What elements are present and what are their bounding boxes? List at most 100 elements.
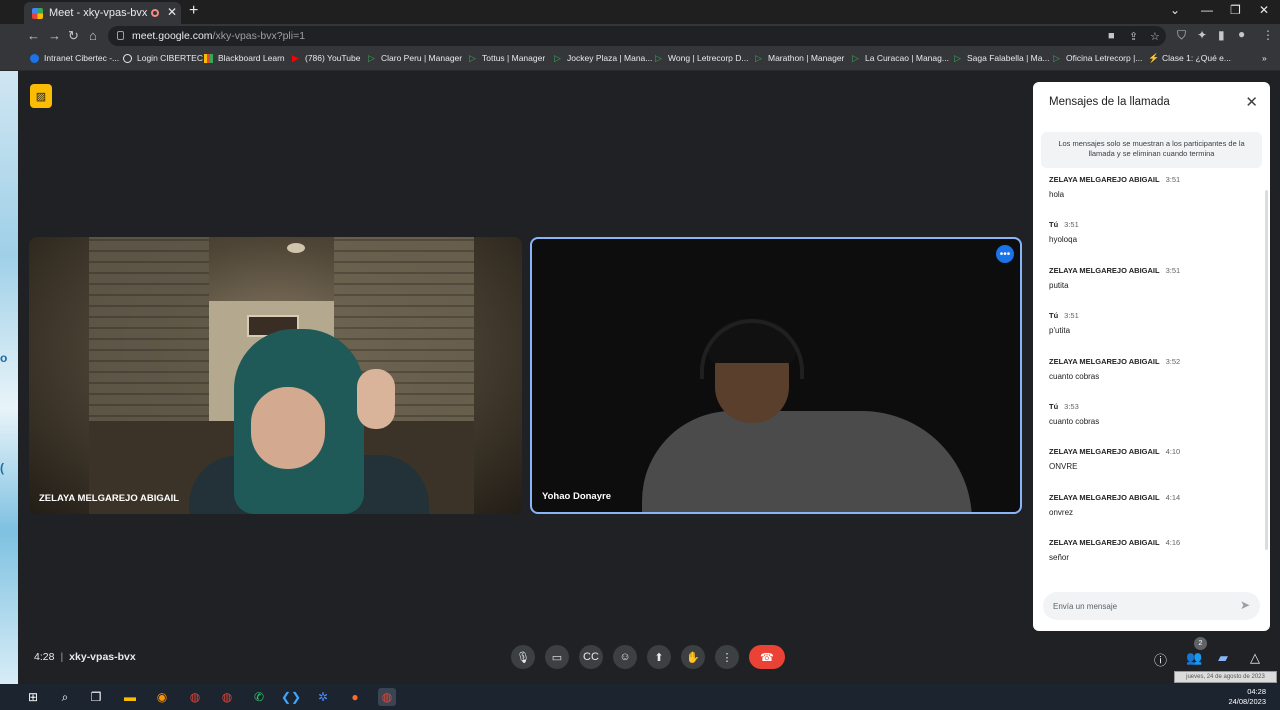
bookmark-item[interactable]: ▷ Marathon | Manager: [754, 53, 844, 63]
drive-icon: ▷: [469, 52, 476, 63]
bookmark-item[interactable]: Blackboard Learn: [204, 53, 285, 63]
youtube-icon: ▶: [292, 52, 299, 63]
reload-icon[interactable]: ↻: [68, 28, 79, 44]
captions-icon[interactable]: CC: [579, 645, 603, 669]
close-icon[interactable]: ✕: [1245, 93, 1258, 111]
separator: |: [60, 651, 64, 663]
activities-icon[interactable]: △: [1250, 650, 1260, 666]
intranet-icon: [30, 53, 39, 63]
camera-in-use-icon[interactable]: ■: [1108, 30, 1115, 42]
chat-notice: Los mensajes solo se muestran a los part…: [1041, 132, 1262, 168]
drive-icon: ▷: [554, 52, 561, 63]
file-explorer-icon[interactable]: ▬: [121, 688, 139, 706]
whatsapp-icon[interactable]: ✆: [250, 688, 268, 706]
bookmark-star-icon[interactable]: ☆: [1150, 30, 1160, 43]
bookmark-item[interactable]: ⚡ Clase 1: ¿Qué e...: [1148, 53, 1231, 63]
share-icon[interactable]: ⇪: [1129, 30, 1138, 43]
ceiling-lamp: [287, 243, 305, 253]
more-options-icon[interactable]: ⋮: [715, 645, 739, 669]
menu-dots-icon[interactable]: ⋮: [1262, 28, 1274, 42]
end-call-button[interactable]: ☎: [749, 645, 785, 669]
message-sender: ZELAYA MELGAREJO ABIGAIL: [1049, 492, 1160, 502]
chat-icon[interactable]: ▰: [1218, 650, 1228, 666]
bookmark-item[interactable]: Login CIBERTEC: [123, 53, 203, 63]
address-bar[interactable]: meet.google.com/xky-vpas-bvx?pli=1 ■ ⇪ ☆: [108, 26, 1166, 46]
system-clock[interactable]: 04:28 24/08/2023: [1228, 687, 1266, 707]
emoji-icon[interactable]: ☺: [613, 645, 637, 669]
tab-strip: Meet - xky-vpas-bvx ✕ + ⌄ — ❐ ✕: [0, 0, 1280, 24]
people-count-badge: 2: [1194, 637, 1207, 650]
message-input[interactable]: Envía un mensaje ➤: [1043, 592, 1260, 620]
message-time: 3:51: [1064, 311, 1079, 321]
microphone-icon[interactable]: 🎙: [511, 645, 535, 669]
bookmark-item[interactable]: Intranet Cibertec -...: [30, 53, 119, 63]
message-sender: ZELAYA MELGAREJO ABIGAIL: [1049, 356, 1160, 366]
chat-scrollbar[interactable]: [1265, 190, 1268, 550]
forward-icon[interactable]: →: [48, 28, 61, 43]
info-icon[interactable]: ⓘ: [1154, 650, 1167, 669]
postman-icon[interactable]: ●: [346, 688, 364, 706]
message-text: cuanto cobras: [1049, 416, 1100, 426]
bookmark-label: Saga Falabella | Ma...: [967, 53, 1050, 63]
bookmark-label: Claro Peru | Manager: [381, 53, 463, 63]
bookmark-label: Tottus | Manager: [482, 53, 546, 63]
windows-start-icon[interactable]: ⊞: [24, 688, 42, 706]
bookmark-item[interactable]: ▷ Wong | Letrecorp D...: [654, 53, 748, 63]
back-icon[interactable]: ←: [27, 28, 40, 43]
profile-avatar[interactable]: ●: [1238, 27, 1245, 41]
camera-off-icon[interactable]: ▨: [30, 84, 52, 108]
camera-icon[interactable]: ▭: [545, 645, 569, 669]
chrome-active-icon[interactable]: ◍: [378, 688, 396, 706]
search-icon[interactable]: ⌕: [56, 688, 74, 706]
close-window-icon[interactable]: ✕: [1259, 3, 1269, 17]
bookmark-item[interactable]: ▷ La Curacao | Manag...: [851, 53, 949, 63]
bookmark-item[interactable]: ▷ Saga Falabella | Ma...: [953, 53, 1050, 63]
chat-message: ZELAYA MELGAREJO ABIGAIL 3:52 cuanto cobr…: [1049, 357, 1249, 402]
bookmark-item[interactable]: ▷ Jockey Plaza | Mana...: [553, 53, 652, 63]
shield-extension-icon[interactable]: ⛉: [1177, 28, 1186, 43]
wallpaper-glyph: (: [0, 461, 4, 475]
clock-time: 04:28: [1247, 687, 1266, 696]
tab-search-icon[interactable]: ⌄: [1170, 3, 1180, 17]
restore-icon[interactable]: ❐: [1230, 3, 1241, 17]
message-list: ZELAYA MELGAREJO ABIGAIL 3:51 hola Tú 3:51…: [1049, 175, 1249, 584]
message-time: 3:51: [1064, 220, 1079, 230]
bookmark-label: Oficina Letrecorp |...: [1066, 53, 1143, 63]
chat-message: Tú 3:51 hyoloqa: [1049, 220, 1249, 265]
video-tile[interactable]: ZELAYA MELGAREJO ABIGAIL: [29, 237, 522, 514]
bookmark-item[interactable]: ▷ Oficina Letrecorp |...: [1052, 53, 1142, 63]
bookmark-item[interactable]: ▷ Tottus | Manager: [468, 53, 545, 63]
extensions-puzzle-icon[interactable]: ✦: [1197, 28, 1207, 42]
more-options-icon[interactable]: •••: [996, 245, 1014, 263]
tab-meet[interactable]: Meet - xky-vpas-bvx ✕: [24, 2, 181, 24]
message-time: 4:16: [1165, 538, 1181, 548]
video-tile-active[interactable]: ••• Yohao Donayre: [530, 237, 1022, 514]
side-panel-icon[interactable]: ▮: [1218, 28, 1225, 42]
participant-body: [642, 411, 972, 512]
participant-name: ZELAYA MELGAREJO ABIGAIL: [39, 493, 180, 504]
raise-hand-icon[interactable]: ✋: [681, 645, 705, 669]
app-icon[interactable]: ✲: [314, 688, 332, 706]
drive-icon: ▷: [368, 52, 375, 63]
task-view-icon[interactable]: ❒: [87, 688, 105, 706]
message-sender: ZELAYA MELGAREJO ABIGAIL: [1049, 175, 1160, 184]
chrome-icon[interactable]: ◍: [186, 688, 204, 706]
firefox-icon[interactable]: ◉: [153, 688, 171, 706]
people-icon[interactable]: 👥: [1186, 650, 1202, 666]
home-icon[interactable]: ⌂: [89, 28, 97, 43]
bookmark-label: La Curacao | Manag...: [865, 53, 949, 63]
taskbar: ⊞ ⌕ ❒ ▬ ◉ ◍ ◍ ✆ ❮❯ ✲ ● ◍ 04:28 24/08/202…: [0, 684, 1280, 710]
new-tab-button[interactable]: +: [189, 2, 198, 20]
bookmark-label: Intranet Cibertec -...: [44, 53, 120, 63]
close-tab-icon[interactable]: ✕: [167, 5, 177, 19]
bookmark-item[interactable]: ▷ Claro Peru | Manager: [367, 53, 462, 63]
date-tooltip: jueves, 24 de agosto de 2023: [1174, 671, 1277, 683]
more-bookmarks-icon[interactable]: »: [1262, 53, 1267, 63]
send-icon[interactable]: ➤: [1240, 598, 1250, 612]
present-screen-icon[interactable]: ⬆: [647, 645, 671, 669]
chrome-icon[interactable]: ◍: [218, 688, 236, 706]
message-text: onvrez: [1049, 507, 1074, 517]
minimize-icon[interactable]: —: [1201, 3, 1213, 17]
vscode-icon[interactable]: ❮❯: [281, 688, 301, 706]
bookmark-item[interactable]: ▶ (786) YouTube: [291, 53, 360, 63]
